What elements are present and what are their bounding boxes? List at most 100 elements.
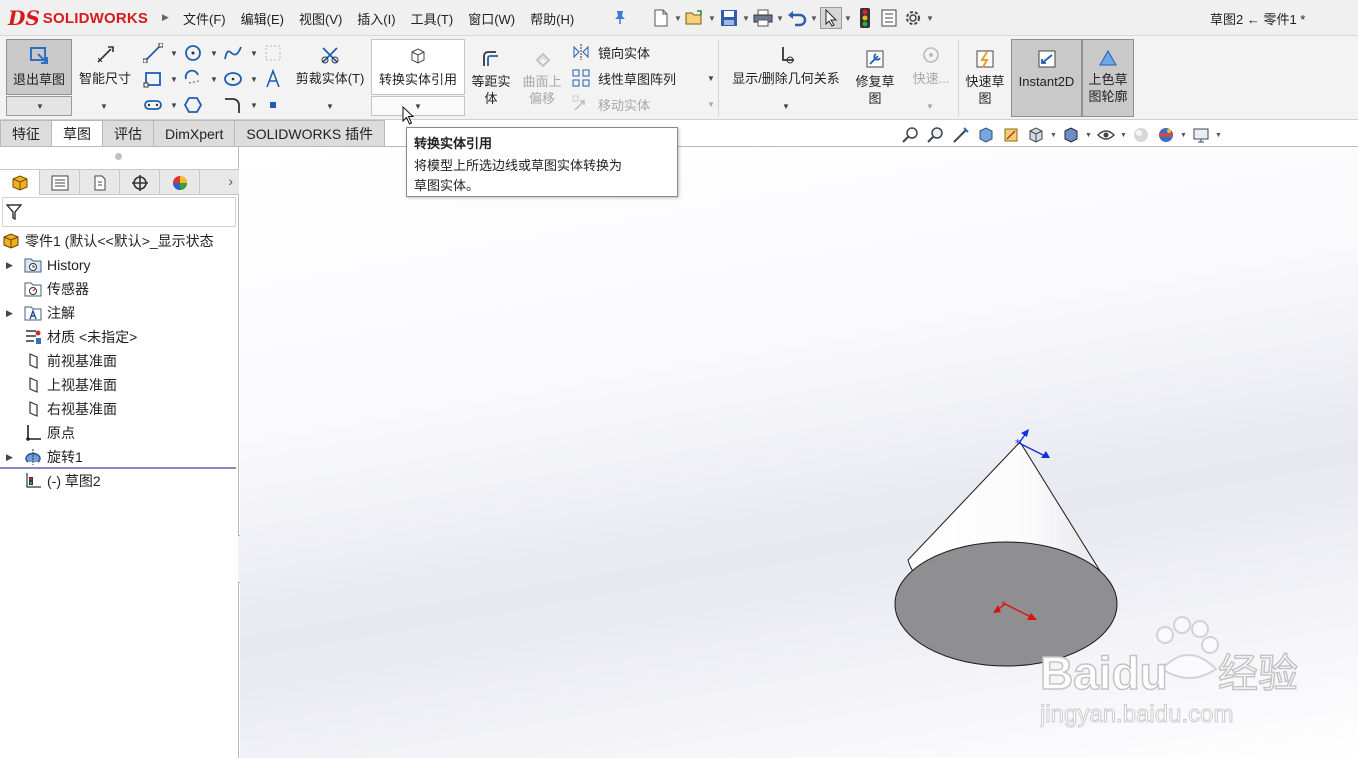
new-dropdown-icon[interactable]: ▼ bbox=[674, 14, 682, 23]
offset-entities-button[interactable]: 等距实 体 bbox=[468, 48, 514, 114]
ellipse-icon[interactable] bbox=[221, 68, 245, 90]
point-icon[interactable] bbox=[261, 94, 285, 116]
line-dropdown-icon[interactable]: ▼ bbox=[170, 49, 178, 58]
undo-icon[interactable] bbox=[786, 7, 808, 29]
open-dropdown-icon[interactable]: ▼ bbox=[708, 14, 716, 23]
solidworks-logo[interactable]: DS SOLIDWORKS bbox=[8, 4, 158, 32]
expand-arrow-icon[interactable]: ▶ bbox=[6, 452, 16, 463]
undo-dropdown-icon[interactable]: ▼ bbox=[810, 14, 818, 23]
menu-view[interactable]: 视图(V) bbox=[299, 9, 342, 28]
tree-item-right-plane[interactable]: 右视基准面 bbox=[0, 397, 238, 421]
file-properties-icon[interactable] bbox=[878, 7, 900, 29]
instant2d-button[interactable]: Instant2D bbox=[1011, 39, 1082, 117]
display-manager-tab[interactable] bbox=[160, 170, 200, 195]
open-icon[interactable] bbox=[684, 7, 706, 29]
new-document-icon[interactable] bbox=[650, 7, 672, 29]
exit-sketch-dropdown[interactable]: ▼ bbox=[6, 96, 72, 116]
tree-item-origin[interactable]: 原点 bbox=[0, 421, 238, 445]
expand-arrow-icon[interactable]: ▶ bbox=[6, 308, 16, 319]
menu-window[interactable]: 窗口(W) bbox=[468, 9, 515, 28]
fillet-dropdown-icon[interactable]: ▼ bbox=[250, 101, 258, 110]
menu-edit[interactable]: 编辑(E) bbox=[241, 9, 284, 28]
rapid-sketch-button[interactable]: 快速草 图 bbox=[962, 48, 1008, 114]
print-icon[interactable] bbox=[752, 7, 774, 29]
tree-item-front-plane[interactable]: 前视基准面 bbox=[0, 349, 238, 373]
apply-scene-icon[interactable] bbox=[1155, 125, 1177, 145]
convert-entities-button[interactable]: 转换实体引用 bbox=[371, 39, 465, 95]
save-icon[interactable] bbox=[718, 7, 740, 29]
straight-slot-dropdown-icon[interactable]: ▼ bbox=[170, 101, 178, 110]
graphics-area[interactable]: * * Baidu 经验 jingyan.baidu.com bbox=[240, 147, 1358, 758]
relations-dropdown-icon[interactable]: ▼ bbox=[782, 102, 790, 111]
quick-snaps-button[interactable]: 快速... bbox=[906, 39, 956, 95]
tree-item-top-plane[interactable]: 上视基准面 bbox=[0, 373, 238, 397]
linear-pattern-dropdown-icon[interactable]: ▼ bbox=[707, 74, 715, 83]
rectangle-icon[interactable] bbox=[141, 68, 165, 90]
text-icon[interactable] bbox=[261, 68, 285, 90]
slot-icon[interactable] bbox=[181, 68, 205, 90]
move-entities-dropdown-icon[interactable]: ▼ bbox=[707, 100, 715, 109]
display-style-dropdown-icon[interactable]: ▼ bbox=[1085, 132, 1092, 139]
apply-scene-dropdown-icon[interactable]: ▼ bbox=[1180, 132, 1187, 139]
hide-show-dropdown-icon[interactable]: ▼ bbox=[1120, 132, 1127, 139]
plane-sketch-icon[interactable] bbox=[261, 42, 285, 64]
mirror-entities-button[interactable]: 镜向实体 bbox=[572, 41, 650, 63]
exit-sketch-button[interactable]: 退出草图 bbox=[6, 39, 72, 95]
tab-features[interactable]: 特征 bbox=[0, 120, 52, 147]
view-orientation-dropdown-icon[interactable]: ▼ bbox=[1050, 132, 1057, 139]
options-gear-icon[interactable] bbox=[902, 7, 924, 29]
circle-dropdown-icon[interactable]: ▼ bbox=[210, 49, 218, 58]
ellipse-dropdown-icon[interactable]: ▼ bbox=[250, 75, 258, 84]
options-dropdown-icon[interactable]: ▼ bbox=[926, 14, 934, 23]
tree-item-history[interactable]: ▶ History bbox=[0, 253, 238, 277]
fillet-icon[interactable] bbox=[221, 94, 245, 116]
tab-dimxpert[interactable]: DimXpert bbox=[153, 120, 236, 147]
line-icon[interactable] bbox=[141, 42, 165, 64]
property-manager-tab[interactable] bbox=[40, 170, 80, 195]
pin-icon[interactable] bbox=[612, 9, 628, 25]
straight-slot-icon[interactable] bbox=[141, 94, 165, 116]
polygon-icon[interactable] bbox=[181, 94, 205, 116]
spline-icon[interactable] bbox=[221, 42, 245, 64]
dynamic-annotation-icon[interactable] bbox=[1000, 125, 1022, 145]
shaded-sketch-contours-button[interactable]: 上色草 图轮廓 bbox=[1082, 39, 1134, 117]
tree-item-annotations[interactable]: ▶ 注解 bbox=[0, 301, 238, 325]
hide-show-items-icon[interactable] bbox=[1095, 125, 1117, 145]
section-view-icon[interactable] bbox=[975, 125, 997, 145]
tab-evaluate[interactable]: 评估 bbox=[102, 120, 154, 147]
tree-item-material[interactable]: 材质 <未指定> bbox=[0, 325, 238, 349]
smart-dimension-dropdown-icon[interactable]: ▼ bbox=[100, 102, 108, 111]
smart-dimension-button[interactable]: 智能尺寸 bbox=[74, 39, 136, 95]
offset-on-surface-button[interactable]: 曲面上 偏移 bbox=[518, 48, 566, 114]
view-settings-dropdown-icon[interactable]: ▼ bbox=[1215, 132, 1222, 139]
menu-tools[interactable]: 工具(T) bbox=[411, 9, 454, 28]
linear-pattern-button[interactable]: 线性草图阵列 bbox=[572, 67, 676, 89]
tab-solidworks-addins[interactable]: SOLIDWORKS 插件 bbox=[234, 120, 386, 147]
feature-manager-tab[interactable] bbox=[0, 170, 40, 195]
edit-appearance-icon[interactable] bbox=[1130, 125, 1152, 145]
expand-arrow-icon[interactable]: ▶ bbox=[6, 260, 16, 271]
zoom-to-area-icon[interactable] bbox=[925, 125, 947, 145]
trim-entities-button[interactable]: 剪裁实体(T) bbox=[293, 39, 367, 95]
quick-snaps-dropdown-icon[interactable]: ▼ bbox=[926, 102, 934, 111]
circle-icon[interactable] bbox=[181, 42, 205, 64]
feature-tree-filter[interactable] bbox=[2, 197, 236, 227]
repair-sketch-button[interactable]: 修复草 图 bbox=[852, 48, 898, 114]
tree-item-revolve1[interactable]: ▶ 旋转1 bbox=[0, 445, 238, 469]
dimxpert-manager-tab[interactable] bbox=[120, 170, 160, 195]
rollback-bar[interactable] bbox=[0, 467, 236, 469]
move-entities-button[interactable]: 移动实体 bbox=[572, 93, 650, 115]
tree-root-part[interactable]: 零件1 (默认<<默认>_显示状态 bbox=[0, 229, 238, 253]
menu-help[interactable]: 帮助(H) bbox=[530, 9, 574, 28]
display-delete-relations-button[interactable]: 显示/删除几何关系 bbox=[724, 39, 848, 95]
trim-dropdown-icon[interactable]: ▼ bbox=[326, 102, 334, 111]
view-orientation-icon[interactable] bbox=[1025, 125, 1047, 145]
configuration-manager-tab[interactable] bbox=[80, 170, 120, 195]
zoom-to-fit-icon[interactable] bbox=[900, 125, 922, 145]
select-dropdown-icon[interactable]: ▼ bbox=[844, 14, 852, 23]
convert-entities-dropdown[interactable]: ▼ bbox=[371, 96, 465, 116]
rectangle-dropdown-icon[interactable]: ▼ bbox=[170, 75, 178, 84]
display-style-icon[interactable] bbox=[1060, 125, 1082, 145]
tab-sketch[interactable]: 草图 bbox=[51, 120, 103, 147]
tree-item-sensors[interactable]: 传感器 bbox=[0, 277, 238, 301]
